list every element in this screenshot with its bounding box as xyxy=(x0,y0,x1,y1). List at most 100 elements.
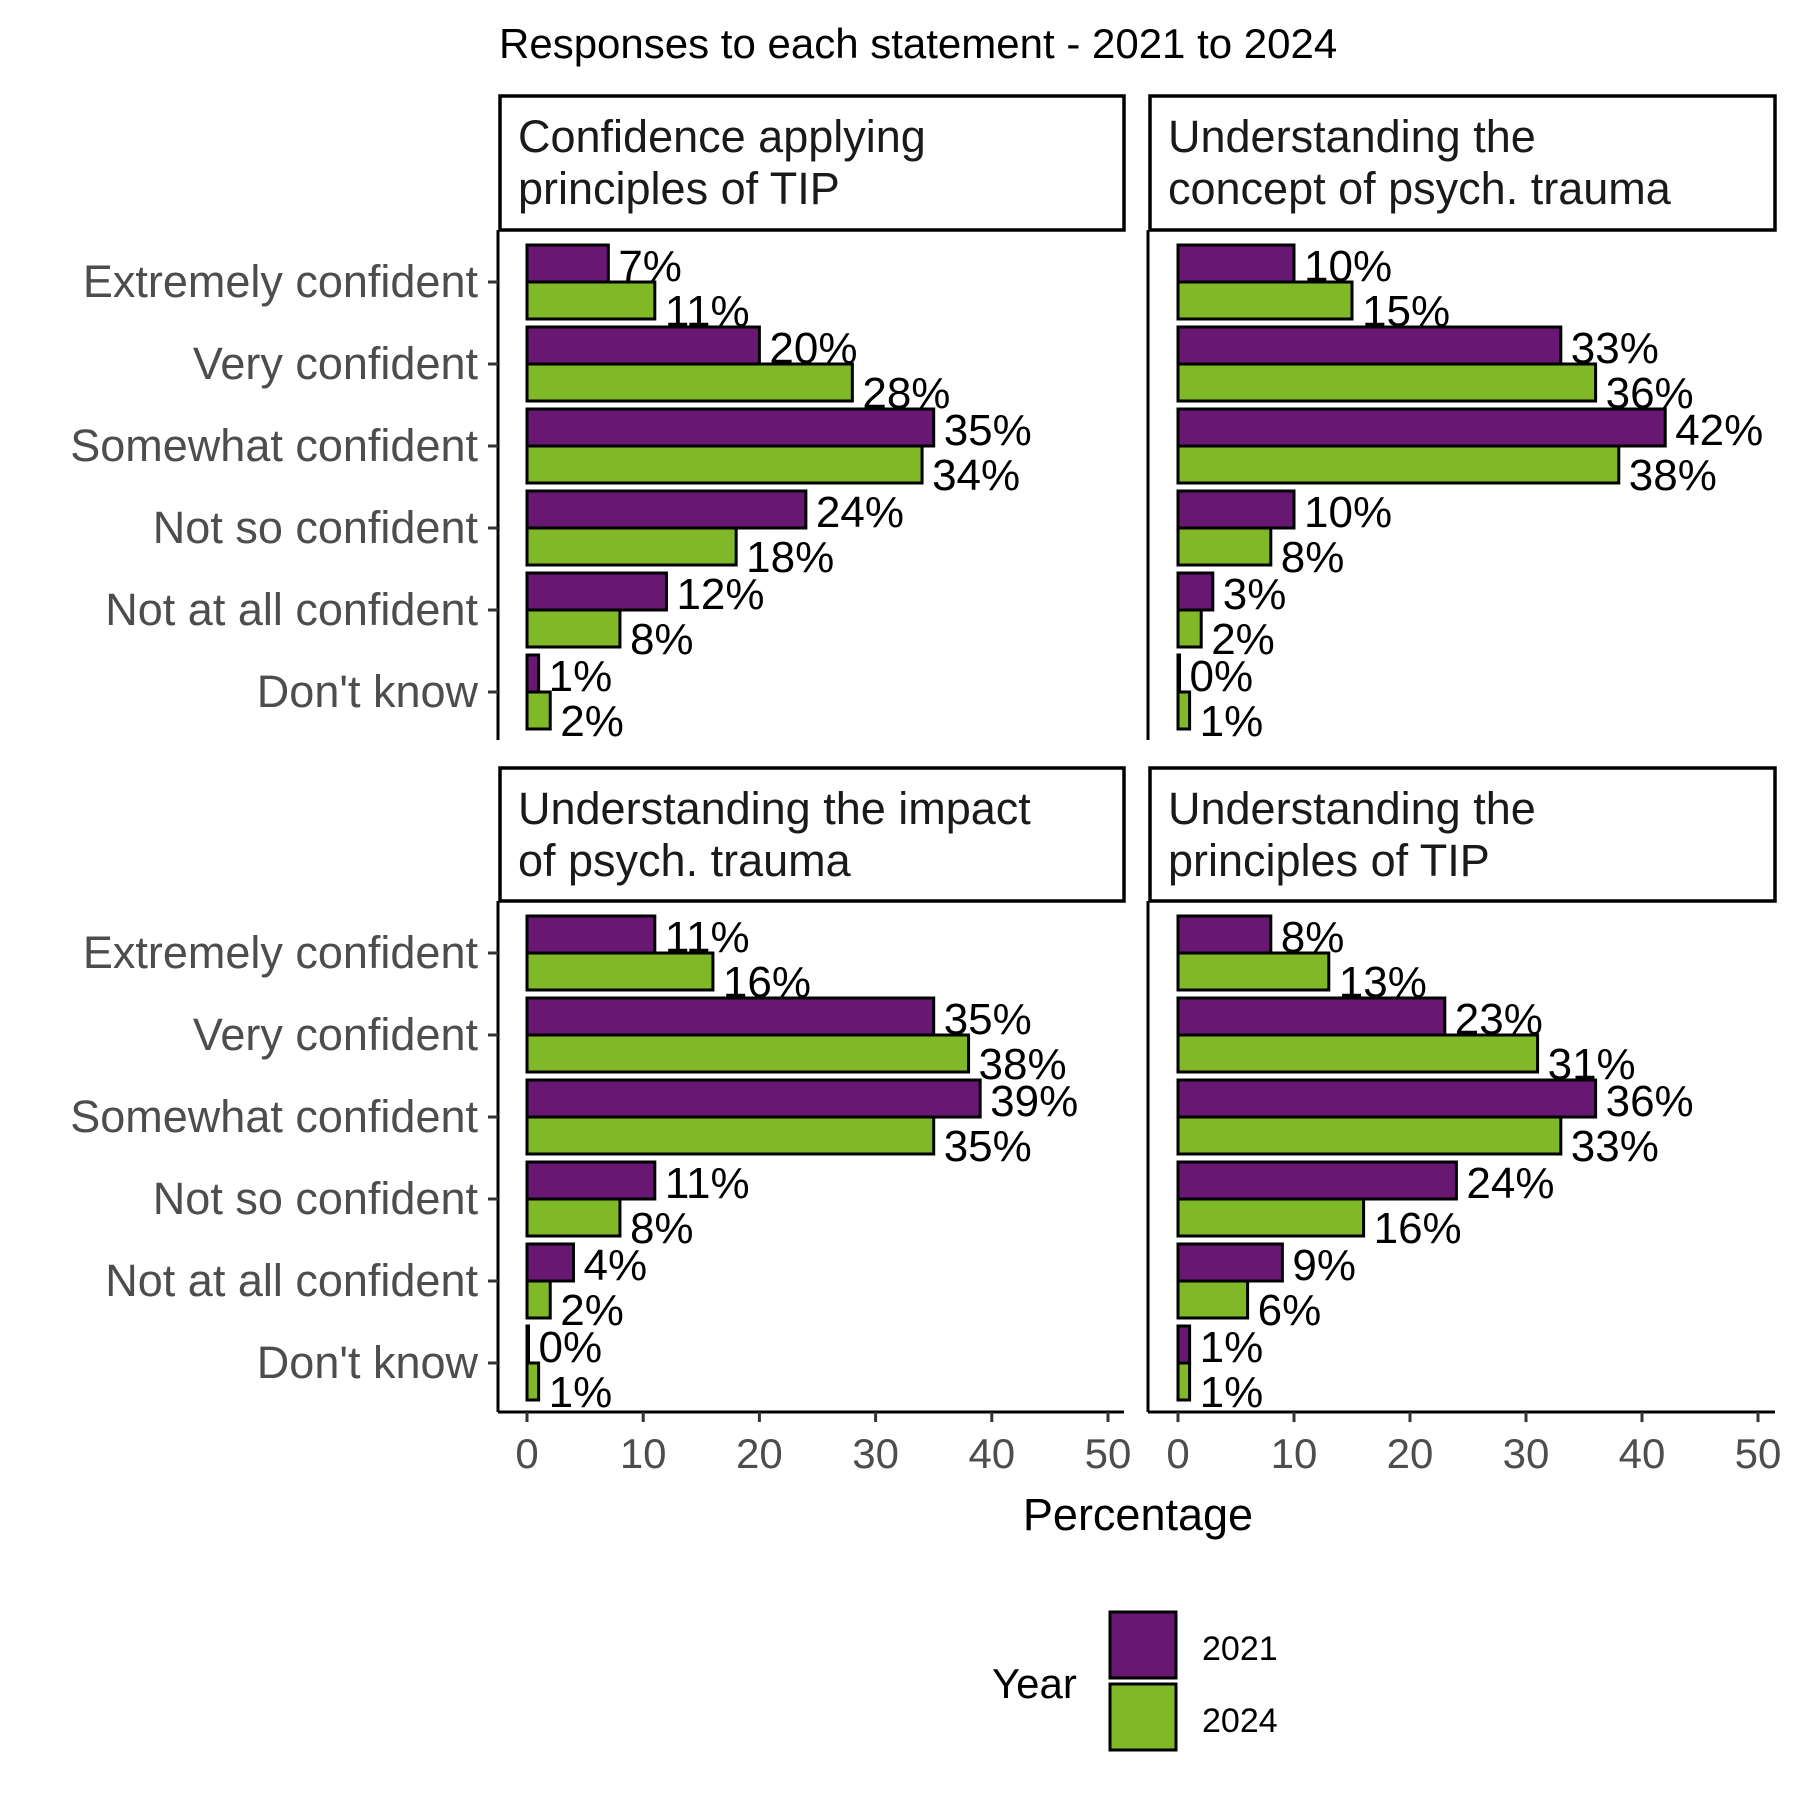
bar-2021 xyxy=(1176,914,1273,955)
bar-2024 xyxy=(525,362,854,403)
chart-title: Responses to each statement - 2021 to 20… xyxy=(499,20,1337,67)
facet-panel: Understanding theprinciples of TIP8%13%2… xyxy=(1146,766,1781,1477)
bar-2024 xyxy=(1176,1197,1366,1238)
bar-2024 xyxy=(1176,1115,1563,1156)
legend-label-2021: 2021 xyxy=(1202,1630,1278,1668)
data-label: 11% xyxy=(665,1159,750,1208)
bar-2021 xyxy=(1176,243,1296,284)
y-tick-label: Not so confident xyxy=(153,1173,479,1224)
facet-strip-title: Understanding the xyxy=(1168,783,1536,834)
data-label: 8% xyxy=(1281,533,1345,582)
facet-strip-title: of psych. trauma xyxy=(518,835,852,886)
data-label: 42% xyxy=(1675,406,1763,455)
bar-2021 xyxy=(525,243,610,284)
y-tick-label: Don't know xyxy=(257,1337,479,1388)
bar-2024 xyxy=(525,951,715,992)
facet-strip-title: concept of psych. trauma xyxy=(1168,163,1672,214)
bar-2024 xyxy=(525,1197,622,1238)
y-tick-label: Not at all confident xyxy=(105,1255,478,1306)
bar-2024 xyxy=(525,690,552,731)
y-tick-label: Don't know xyxy=(257,666,479,717)
x-tick-label: 50 xyxy=(1085,1430,1132,1477)
y-tick-label: Very confident xyxy=(193,1009,479,1060)
bar-2021 xyxy=(1176,1324,1192,1365)
facet-strip-title: Understanding the xyxy=(1168,111,1536,162)
facet-strip-title: principles of TIP xyxy=(1168,835,1490,886)
bar-2024 xyxy=(1176,444,1621,485)
bar-2021 xyxy=(1176,653,1181,694)
bar-2024 xyxy=(525,1033,971,1074)
facet-panel: Understanding theconcept of psych. traum… xyxy=(1146,94,1777,746)
data-label: 3% xyxy=(1223,570,1287,619)
bar-2021 xyxy=(525,407,936,448)
x-tick-label: 10 xyxy=(1271,1430,1318,1477)
bar-2024 xyxy=(525,1279,552,1320)
legend-title: Year xyxy=(992,1660,1077,1707)
data-label: 36% xyxy=(1606,1077,1694,1126)
data-label: 1% xyxy=(1200,1323,1264,1372)
data-label: 0% xyxy=(539,1323,603,1372)
data-label: 0% xyxy=(1190,652,1254,701)
bar-2021 xyxy=(525,1160,657,1201)
data-label: 2% xyxy=(560,697,624,746)
data-label: 1% xyxy=(1200,1368,1264,1417)
bar-2024 xyxy=(525,1361,541,1402)
data-label: 1% xyxy=(1200,697,1264,746)
x-tick-label: 0 xyxy=(1166,1430,1189,1477)
bar-2021 xyxy=(525,653,541,694)
bar-2021 xyxy=(1176,325,1563,366)
data-label: 1% xyxy=(549,1368,613,1417)
x-tick-label: 40 xyxy=(1619,1430,1666,1477)
facet-strip-title: principles of TIP xyxy=(518,163,840,214)
bar-2021 xyxy=(525,489,808,530)
bar-2024 xyxy=(1176,1033,1540,1074)
y-tick-label: Very confident xyxy=(193,338,479,389)
bar-2024 xyxy=(1176,1279,1250,1320)
data-label: 24% xyxy=(816,488,904,537)
data-label: 39% xyxy=(990,1077,1078,1126)
data-label: 33% xyxy=(1571,1122,1659,1171)
bar-2021 xyxy=(1176,407,1667,448)
bar-2024 xyxy=(1176,362,1598,403)
bar-2024 xyxy=(1176,690,1192,731)
data-label: 6% xyxy=(1258,1286,1322,1335)
facet-panel: Confidence applyingprinciples of TIP7%11… xyxy=(70,94,1126,746)
data-label: 38% xyxy=(1629,451,1717,500)
x-tick-label: 20 xyxy=(1387,1430,1434,1477)
bar-2024 xyxy=(525,280,657,321)
facet-strip-title: Confidence applying xyxy=(518,111,926,162)
legend-label-2024: 2024 xyxy=(1202,1702,1278,1740)
legend: Year 2021 2024 xyxy=(992,1610,1278,1752)
bar-2024 xyxy=(525,444,924,485)
bar-2021 xyxy=(1176,489,1296,530)
bar-2021 xyxy=(1176,571,1215,612)
y-tick-label: Somewhat confident xyxy=(70,1091,478,1142)
y-tick-label: Extremely confident xyxy=(83,256,479,307)
bar-2021 xyxy=(525,996,936,1037)
bar-2021 xyxy=(1176,1160,1458,1201)
bar-2021 xyxy=(525,571,668,612)
y-tick-label: Not at all confident xyxy=(105,584,478,635)
faceted-bar-chart: Responses to each statement - 2021 to 20… xyxy=(70,20,1781,1752)
data-label: 4% xyxy=(583,1241,647,1290)
data-label: 35% xyxy=(944,406,1032,455)
data-label: 16% xyxy=(1374,1204,1462,1253)
data-label: 12% xyxy=(676,570,764,619)
bar-2024 xyxy=(525,526,738,567)
bar-2021 xyxy=(1176,996,1447,1037)
data-label: 1% xyxy=(549,652,613,701)
bar-2024 xyxy=(525,608,622,649)
bar-2021 xyxy=(1176,1242,1284,1283)
x-tick-label: 0 xyxy=(515,1430,538,1477)
legend-key-2021 xyxy=(1108,1610,1178,1680)
data-label: 35% xyxy=(944,1122,1032,1171)
bar-2021 xyxy=(525,325,761,366)
facet-panel: Understanding the impactof psych. trauma… xyxy=(70,766,1132,1477)
x-tick-label: 20 xyxy=(736,1430,783,1477)
x-tick-label: 30 xyxy=(1503,1430,1550,1477)
data-label: 9% xyxy=(1292,1241,1356,1290)
bar-2021 xyxy=(525,1078,982,1119)
y-tick-label: Somewhat confident xyxy=(70,420,478,471)
bar-2024 xyxy=(1176,951,1331,992)
data-label: 8% xyxy=(630,615,694,664)
